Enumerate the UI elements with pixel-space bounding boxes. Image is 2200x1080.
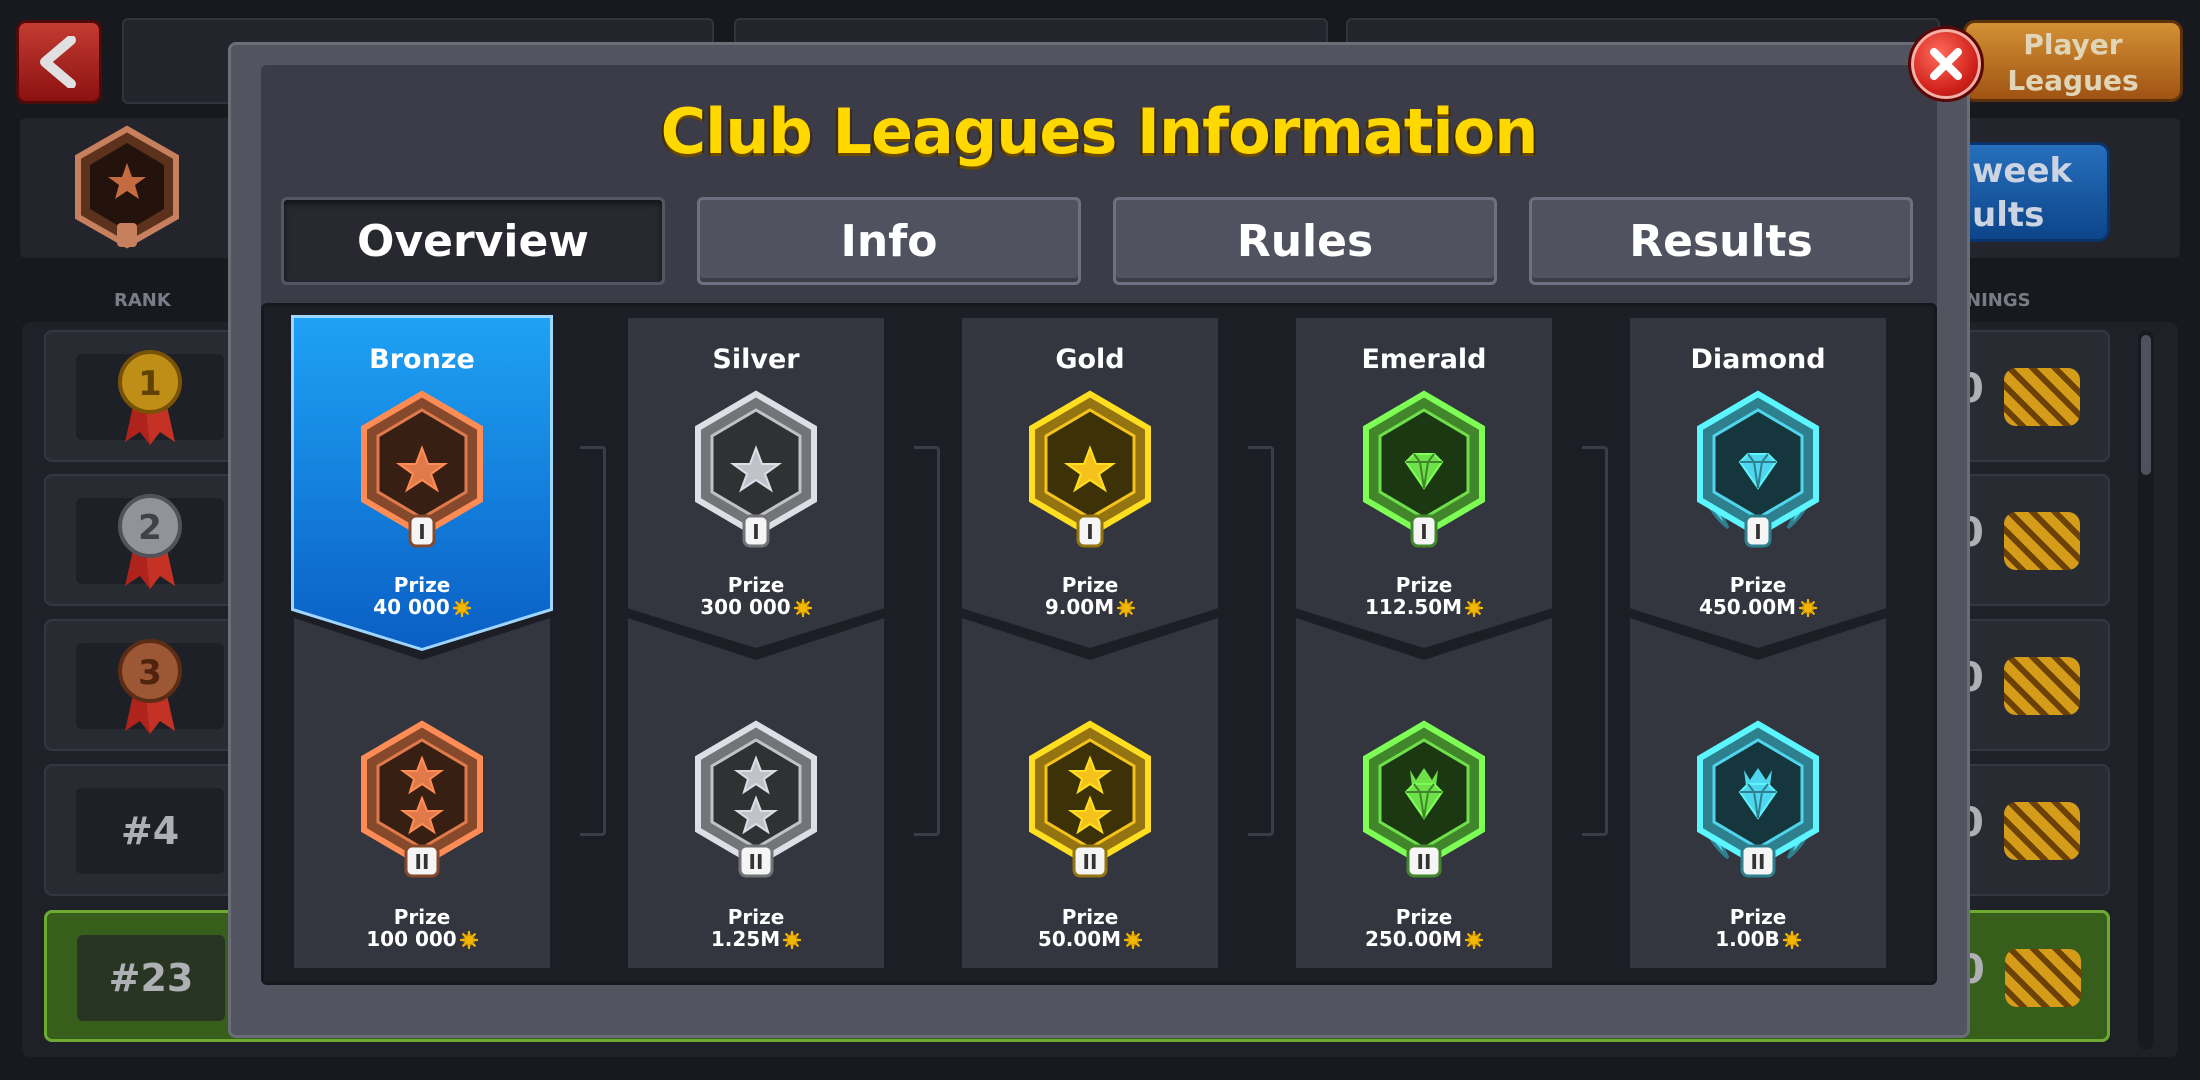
tier-1-prize: 9.00M: [962, 596, 1218, 618]
tier-1-prize: 112.50M: [1296, 596, 1552, 618]
tab-info[interactable]: Info: [697, 197, 1081, 285]
prize-label: Prize: [727, 573, 785, 597]
coin-icon: [1799, 599, 1818, 617]
tier-roman-numeral: I: [418, 520, 425, 544]
league-name: Diamond: [1690, 344, 1826, 375]
tier-1-prize: 40 000: [294, 596, 550, 618]
league-column-emerald[interactable]: Emerald I Prize 112.50M II Prize 250.00M: [1296, 318, 1552, 968]
gold-tier-2-badge-icon: II: [1029, 720, 1151, 878]
prize-amount: 300 000: [700, 595, 791, 619]
tier-roman-numeral: II: [749, 850, 764, 874]
diamond-tier-1-badge-icon: I: [1697, 390, 1819, 548]
tier-roman-numeral: I: [752, 520, 759, 544]
prize-amount: 1.25M: [710, 927, 781, 951]
prize-amount: 100 000: [366, 927, 457, 951]
silver-tier-1-badge-icon: I: [695, 390, 817, 548]
prize-amount: 40 000: [373, 595, 450, 619]
league-name: Gold: [1055, 344, 1125, 375]
prize-amount: 450.00M: [1698, 595, 1797, 619]
diamond-tier-2-badge-icon: II: [1697, 720, 1819, 878]
silver-tier-2-badge-icon: II: [695, 720, 817, 878]
league-name: Bronze: [369, 344, 475, 375]
prize-label: Prize: [1061, 573, 1119, 597]
coin-icon: [452, 599, 471, 617]
close-icon: [1930, 48, 1962, 80]
tier-connector: [1248, 446, 1274, 836]
emerald-tier-2-badge-icon: II: [1363, 720, 1485, 878]
tab-rules[interactable]: Rules: [1113, 197, 1497, 285]
club-leagues-modal: Club Leagues Information Overview Info R…: [228, 42, 1970, 1038]
league-name: Emerald: [1361, 344, 1487, 375]
tier-roman-numeral: I: [1754, 520, 1761, 544]
coin-icon: [1465, 599, 1484, 617]
tier-connector: [1582, 446, 1608, 836]
tier-roman-numeral: II: [1751, 850, 1766, 874]
prize-label: Prize: [393, 905, 451, 929]
coin-icon: [783, 931, 802, 949]
prize-amount: 9.00M: [1044, 595, 1115, 619]
tier-roman-numeral: II: [1083, 850, 1098, 874]
prize-label: Prize: [1729, 905, 1787, 929]
tab-results[interactable]: Results: [1529, 197, 1913, 285]
leagues-overview-panel: Bronze I Prize 40 000 II Prize 100 000 S…: [261, 303, 1937, 985]
league-column-bronze[interactable]: Bronze I Prize 40 000 II Prize 100 000: [291, 315, 553, 968]
prize-amount: 112.50M: [1364, 595, 1463, 619]
prize-label: Prize: [1395, 905, 1453, 929]
gold-tier-1-badge-icon: I: [1029, 390, 1151, 548]
modal-header: Club Leagues Information Overview Info R…: [261, 65, 1937, 327]
coin-icon: [1465, 931, 1484, 949]
coin-icon: [793, 599, 812, 617]
tier-1-prize: 300 000: [628, 596, 884, 618]
tier-roman-numeral: II: [1417, 850, 1432, 874]
league-column-diamond[interactable]: Diamond I Prize 450.00M II Prize 1.00B: [1630, 318, 1886, 968]
prize-label: Prize: [727, 905, 785, 929]
tier-2-prize: 1.25M: [628, 928, 884, 950]
prize-label: Prize: [1395, 573, 1453, 597]
tier-2-prize: 1.00B: [1630, 928, 1886, 950]
coin-icon: [1124, 931, 1143, 949]
prize-amount: 1.00B: [1715, 927, 1780, 951]
tier-1-prize: 450.00M: [1630, 596, 1886, 618]
prize-amount: 50.00M: [1037, 927, 1122, 951]
modal-title: Club Leagues Information: [660, 95, 1539, 168]
emerald-tier-1-badge-icon: I: [1363, 390, 1485, 548]
league-name: Silver: [712, 344, 800, 375]
prize-label: Prize: [393, 573, 451, 597]
prize-label: Prize: [1061, 905, 1119, 929]
tier-roman-numeral: I: [1420, 520, 1427, 544]
tier-roman-numeral: II: [415, 850, 430, 874]
tier-2-prize: 50.00M: [962, 928, 1218, 950]
prize-amount: 250.00M: [1364, 927, 1463, 951]
tier-roman-numeral: I: [1086, 520, 1093, 544]
close-button[interactable]: [1908, 26, 1984, 102]
tier-connector: [914, 446, 940, 836]
coin-icon: [459, 931, 478, 949]
bronze-tier-1-badge-icon: I: [361, 390, 483, 548]
tier-2-prize: 250.00M: [1296, 928, 1552, 950]
tier-2-prize: 100 000: [294, 928, 550, 950]
league-column-gold[interactable]: Gold I Prize 9.00M II Prize 50.00M: [962, 318, 1218, 968]
tab-bar: Overview Info Rules Results: [281, 197, 1917, 287]
tab-overview[interactable]: Overview: [281, 197, 665, 285]
tier-connector: [580, 446, 606, 836]
prize-label: Prize: [1729, 573, 1787, 597]
coin-icon: [1782, 931, 1801, 949]
league-column-silver[interactable]: Silver I Prize 300 000 II Prize 1.25M: [628, 318, 884, 968]
bronze-tier-2-badge-icon: II: [361, 720, 483, 878]
coin-icon: [1117, 599, 1136, 617]
